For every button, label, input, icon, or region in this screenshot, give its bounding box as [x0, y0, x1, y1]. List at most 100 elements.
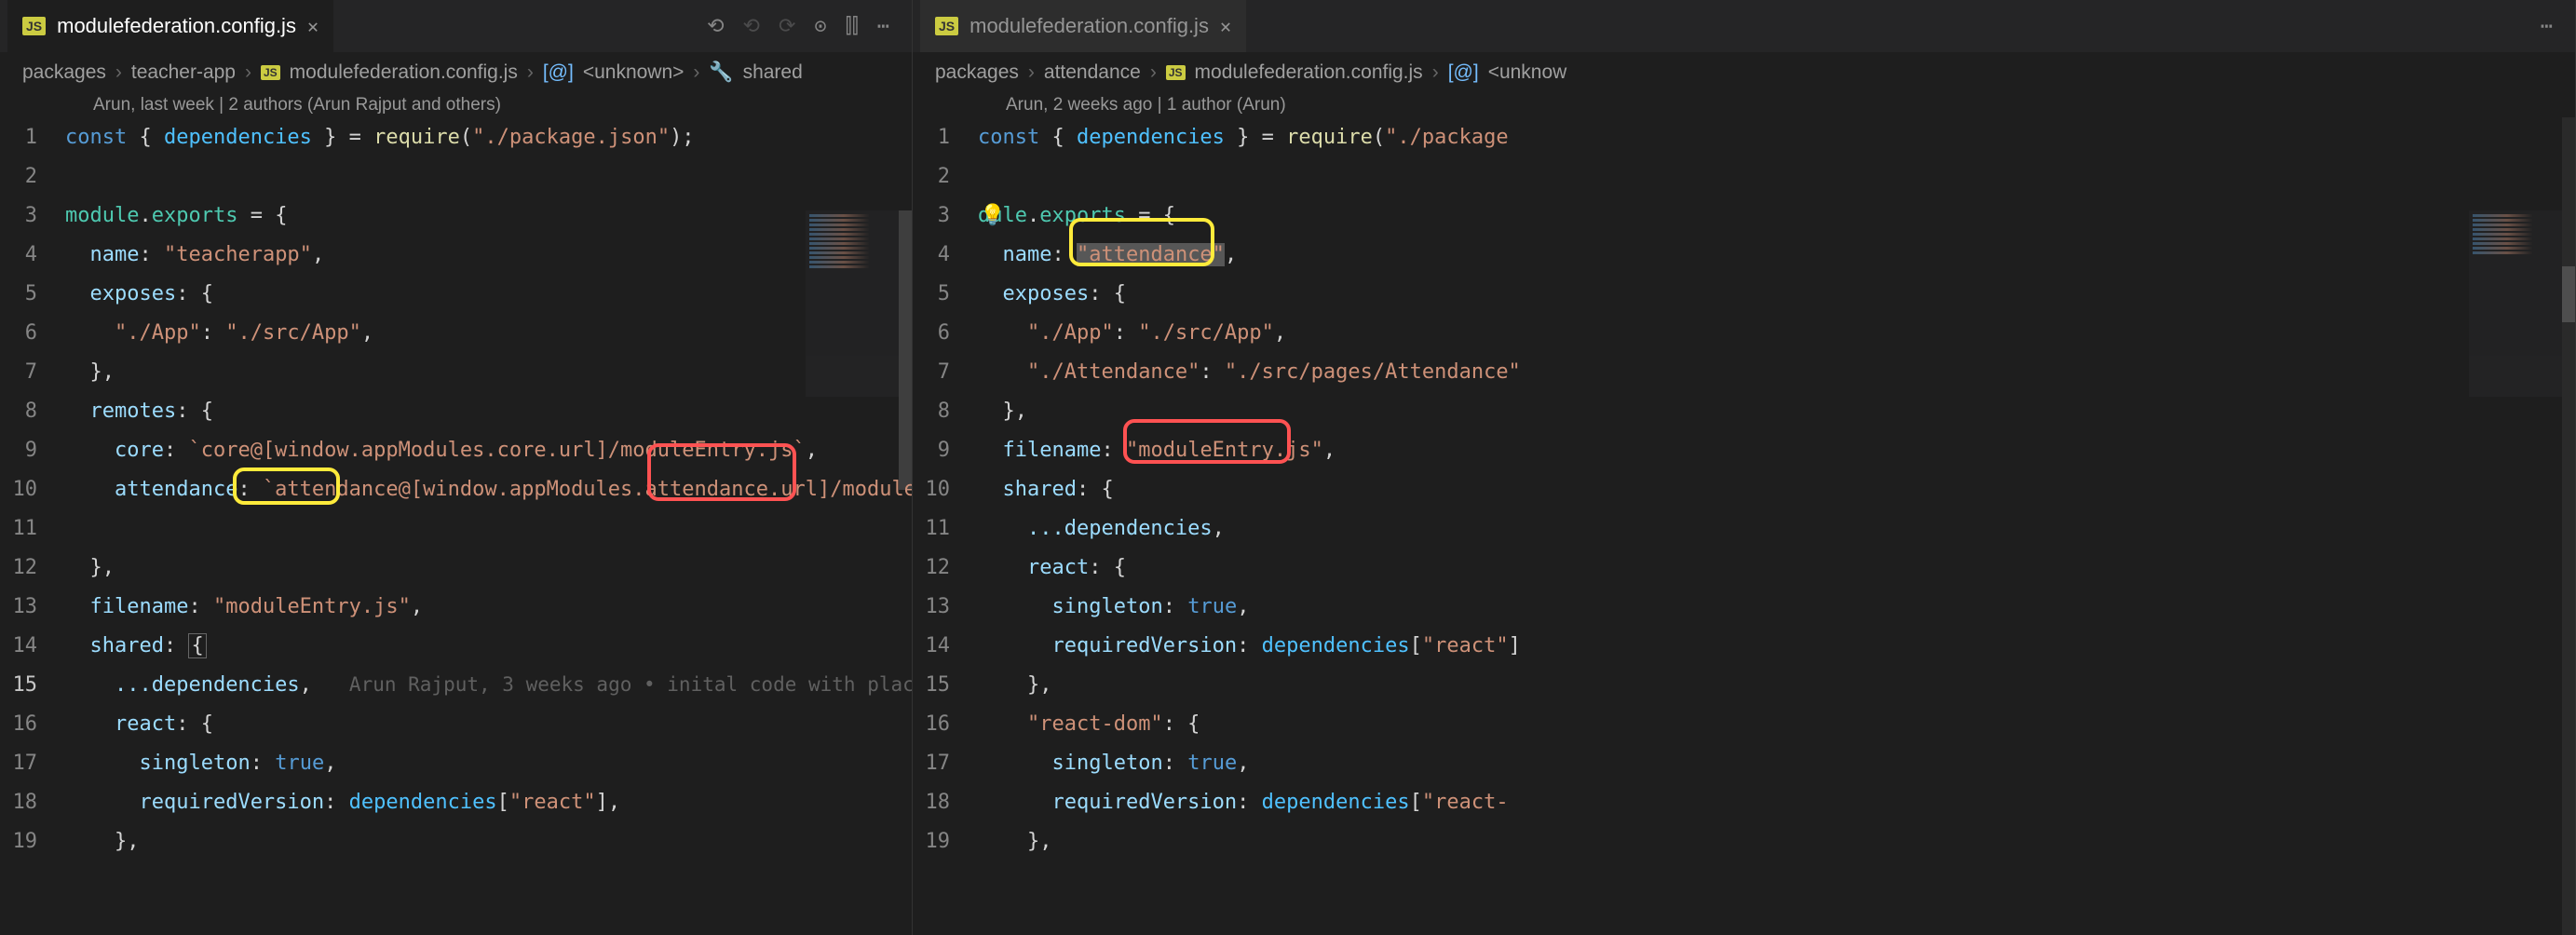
- refresh-icon[interactable]: ⟳: [779, 15, 795, 38]
- chevron-right-icon: ›: [1150, 61, 1157, 84]
- code-line[interactable]: 9 core: `core@[window.appModules.core.ur…: [0, 430, 912, 469]
- bc-segment[interactable]: attendance: [1044, 61, 1141, 84]
- editor-pane-left: JS modulefederation.config.js ✕ ⟲ ⟲ ⟳ ⊙ …: [0, 0, 913, 935]
- tab-right[interactable]: JS modulefederation.config.js ✕: [920, 0, 1247, 52]
- code-line[interactable]: 3 💡 dule.exports = {: [913, 196, 2575, 235]
- line-number: 18: [0, 791, 65, 814]
- code-line[interactable]: 11 ...dependencies,: [913, 508, 2575, 548]
- code-line[interactable]: 7 },: [0, 352, 912, 391]
- line-number: 17: [913, 752, 978, 775]
- code-line[interactable]: 4 name: "teacherapp",: [0, 235, 912, 274]
- chevron-right-icon: ›: [693, 61, 699, 84]
- bc-segment[interactable]: modulefederation.config.js: [1195, 61, 1423, 84]
- code-line[interactable]: 2: [913, 156, 2575, 196]
- code-line[interactable]: 19 },: [0, 821, 912, 860]
- code-line[interactable]: 8 },: [913, 391, 2575, 430]
- code-line[interactable]: 6 "./App": "./src/App",: [913, 313, 2575, 352]
- codelens-left[interactable]: Arun, last week | 2 authors (Arun Rajput…: [0, 93, 912, 117]
- close-icon[interactable]: ✕: [307, 15, 319, 37]
- line-number: 10: [913, 478, 978, 501]
- code-line[interactable]: 1 const { dependencies } = require("./pa…: [913, 117, 2575, 156]
- code-line[interactable]: 18 requiredVersion: dependencies["react"…: [0, 782, 912, 821]
- breadcrumb-right[interactable]: packages › attendance › JS modulefederat…: [913, 52, 2575, 93]
- code-line[interactable]: 15 ...dependencies,Arun Rajput, 3 weeks …: [0, 665, 912, 704]
- code-line[interactable]: 16 react: {: [0, 704, 912, 743]
- code-line[interactable]: 12 },: [0, 548, 912, 587]
- tab-left[interactable]: JS modulefederation.config.js ✕: [7, 0, 334, 52]
- line-number: 13: [0, 595, 65, 618]
- bc-segment[interactable]: shared: [743, 61, 803, 84]
- code-line[interactable]: 10 attendance: `attendance@[window.appMo…: [0, 469, 912, 508]
- line-number: 7: [913, 360, 978, 384]
- code-line[interactable]: 11: [0, 508, 912, 548]
- code-line[interactable]: 8 remotes: {: [0, 391, 912, 430]
- js-file-icon: JS: [261, 65, 280, 80]
- line-number: 3: [0, 204, 65, 227]
- line-number: 9: [0, 439, 65, 462]
- bc-segment[interactable]: <unknow: [1488, 61, 1567, 84]
- bc-segment[interactable]: <unknown>: [583, 61, 685, 84]
- more-icon[interactable]: ⋯: [2541, 15, 2553, 38]
- line-number: 5: [0, 282, 65, 305]
- line-number: 2: [0, 165, 65, 188]
- code-line[interactable]: 5 exposes: {: [913, 274, 2575, 313]
- wrench-icon: 🔧: [709, 61, 733, 84]
- more-icon[interactable]: ⋯: [877, 15, 889, 38]
- run-icon[interactable]: ⊙: [814, 15, 826, 38]
- line-number: 4: [0, 243, 65, 266]
- bc-segment[interactable]: packages: [935, 61, 1019, 84]
- code-line[interactable]: 5 exposes: {: [0, 274, 912, 313]
- line-number: 4: [913, 243, 978, 266]
- chevron-right-icon: ›: [245, 61, 251, 84]
- bc-segment[interactable]: packages: [22, 61, 106, 84]
- code-line[interactable]: 2: [0, 156, 912, 196]
- go-back-icon[interactable]: ⟲: [707, 15, 724, 38]
- breadcrumb-left[interactable]: packages › teacher-app › JS modulefedera…: [0, 52, 912, 93]
- line-number: 19: [0, 830, 65, 853]
- line-number: 11: [0, 517, 65, 540]
- code-line[interactable]: 1 const { dependencies } = require("./pa…: [0, 117, 912, 156]
- line-number: 13: [913, 595, 978, 618]
- code-line[interactable]: 7 "./Attendance": "./src/pages/Attendanc…: [913, 352, 2575, 391]
- git-blame-inline: Arun Rajput, 3 weeks ago • inital code w…: [312, 673, 912, 696]
- tab-actions-left: ⟲ ⟲ ⟳ ⊙ ⫿⫿ ⋯: [707, 15, 904, 38]
- code-line[interactable]: 10 shared: {: [913, 469, 2575, 508]
- code-line[interactable]: 16 "react-dom": {: [913, 704, 2575, 743]
- bc-segment[interactable]: modulefederation.config.js: [290, 61, 518, 84]
- bc-segment[interactable]: teacher-app: [131, 61, 236, 84]
- code-line[interactable]: 6 "./App": "./src/App",: [0, 313, 912, 352]
- chevron-right-icon: ›: [1028, 61, 1035, 84]
- js-file-icon: JS: [1166, 65, 1186, 80]
- line-number: 3: [913, 204, 978, 227]
- tab-label: modulefederation.config.js: [969, 14, 1209, 38]
- line-number: 17: [0, 752, 65, 775]
- code-line[interactable]: 18 requiredVersion: dependencies["react-: [913, 782, 2575, 821]
- code-line[interactable]: 9 filename: "moduleEntry.js",: [913, 430, 2575, 469]
- code-line[interactable]: 17 singleton: true,: [913, 743, 2575, 782]
- code-line[interactable]: 15 },: [913, 665, 2575, 704]
- code-line[interactable]: 17 singleton: true,: [0, 743, 912, 782]
- split-editor-icon[interactable]: ⫿⫿: [846, 15, 859, 38]
- code-line[interactable]: 4 name: "attendance",: [913, 235, 2575, 274]
- js-file-icon: JS: [22, 17, 46, 35]
- code-line[interactable]: 14 shared: {: [0, 626, 912, 665]
- code-line[interactable]: 12 react: {: [913, 548, 2575, 587]
- code-line[interactable]: 3 module.exports = {: [0, 196, 912, 235]
- line-number: 6: [913, 321, 978, 345]
- tab-bar-left: JS modulefederation.config.js ✕ ⟲ ⟲ ⟳ ⊙ …: [0, 0, 912, 52]
- code-line[interactable]: 13 filename: "moduleEntry.js",: [0, 587, 912, 626]
- close-icon[interactable]: ✕: [1220, 15, 1231, 37]
- line-number: 2: [913, 165, 978, 188]
- revert-icon[interactable]: ⟲: [743, 15, 760, 38]
- line-number: 5: [913, 282, 978, 305]
- code-line[interactable]: 19 },: [913, 821, 2575, 860]
- line-number: 10: [0, 478, 65, 501]
- symbol-icon: [@]: [1448, 61, 1479, 84]
- line-number: 1: [913, 126, 978, 149]
- code-area-right[interactable]: 1 const { dependencies } = require("./pa…: [913, 117, 2575, 935]
- code-area-left[interactable]: 1 const { dependencies } = require("./pa…: [0, 117, 912, 935]
- codelens-right[interactable]: Arun, 2 weeks ago | 1 author (Arun): [913, 93, 2575, 117]
- code-line[interactable]: 13 singleton: true,: [913, 587, 2575, 626]
- lightbulb-icon[interactable]: 💡: [980, 204, 1005, 227]
- code-line[interactable]: 14 requiredVersion: dependencies["react"…: [913, 626, 2575, 665]
